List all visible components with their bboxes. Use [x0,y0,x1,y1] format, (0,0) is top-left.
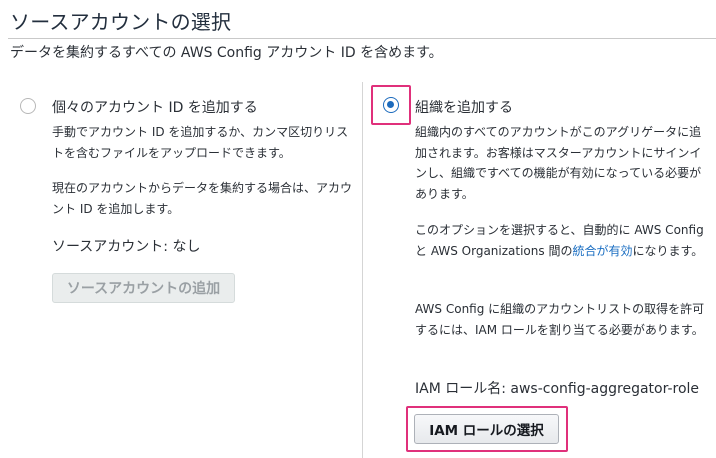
organization-description: 組織内のすべてのアカウントがこのアグリゲータに追加されます。お客様はマスターアカ… [415,125,702,201]
integration-description-suffix: になります。 [632,243,704,258]
source-accounts-status: ソースアカウント: なし [52,239,201,255]
individual-accounts-description: 手動でアカウント ID を追加するか、カンマ区切りリストを含むファイルをアップロ… [52,125,349,160]
select-iam-role-button[interactable]: IAM ロールの選択 [414,414,559,444]
page-subtitle: データを集約するすべての AWS Config アカウント ID を含めます。 [10,45,443,61]
integration-link[interactable]: 統合が有効 [572,244,632,258]
add-source-accounts-button[interactable]: ソースアカウントの追加 [52,273,235,303]
title-divider [8,38,716,39]
add-organization-radio[interactable] [383,97,399,113]
iam-role-name: IAM ロール名: aws-config-aggregator-role [415,381,700,397]
add-individual-accounts-label[interactable]: 個々のアカウント ID を追加する [52,97,258,117]
page-title: ソースアカウントの選択 [10,10,232,34]
integration-description: このオプションを選択すると、自動的に AWS Config と AWS Orga… [415,220,705,261]
current-account-description: 現在のアカウントからデータを集約する場合は、アカウント ID を追加します。 [52,181,353,216]
iam-role-description: AWS Config に組織のアカウントリストの取得を許可するには、IAM ロー… [415,302,705,337]
add-individual-accounts-radio[interactable] [20,98,36,114]
add-organization-label[interactable]: 組織を追加する [415,97,513,117]
column-divider [362,82,363,458]
